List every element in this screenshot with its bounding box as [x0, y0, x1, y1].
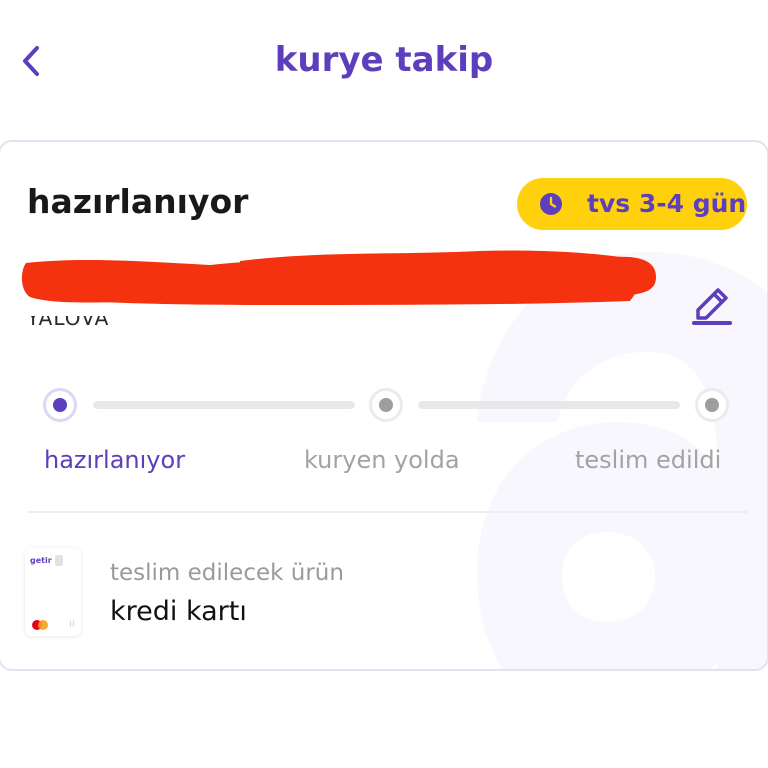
- step-label-on-the-way: kuryen yolda: [304, 446, 460, 474]
- pencil-icon: [692, 288, 732, 325]
- card-chip-icon: [55, 555, 63, 566]
- tracking-card: hazırlanıyor tvs 3-4 gün YALOVA hazırlan…: [0, 140, 768, 671]
- courier-tracking-screen: kurye takip hazırlanıyor tvs 3-4 gün YAL…: [0, 0, 768, 768]
- product-caption: teslim edilecek ürün: [110, 560, 344, 586]
- clock-icon: [540, 193, 562, 215]
- step-dot-inner: [53, 398, 67, 412]
- status-title: hazırlanıyor: [27, 182, 249, 221]
- page-title: kurye takip: [274, 40, 494, 80]
- mastercard-logo-icon: [32, 620, 48, 630]
- divider: [28, 511, 748, 513]
- contactless-icon: )): [69, 620, 75, 628]
- thumbnail-brand-text: getir: [30, 556, 52, 565]
- step-dot-inner: [379, 398, 393, 412]
- step-indicator-preparing: [43, 388, 77, 422]
- progress-track: [93, 401, 355, 409]
- edit-address-button[interactable]: [690, 276, 734, 326]
- address-redaction: [21, 250, 656, 305]
- progress-track: [418, 401, 680, 409]
- step-label-delivered: teslim edildi: [575, 446, 722, 474]
- step-indicator-on-the-way: [369, 388, 403, 422]
- step-indicator-delivered: [695, 388, 729, 422]
- header: kurye takip: [0, 0, 768, 124]
- address-text: YALOVA: [27, 306, 110, 330]
- step-dot-inner: [705, 398, 719, 412]
- eta-badge[interactable]: tvs 3-4 gün: [517, 178, 747, 230]
- eta-text: tvs 3-4 gün: [587, 189, 747, 218]
- product-name: kredi kartı: [110, 596, 247, 627]
- step-label-preparing: hazırlanıyor: [44, 446, 186, 474]
- product-thumbnail: getir )): [25, 548, 81, 636]
